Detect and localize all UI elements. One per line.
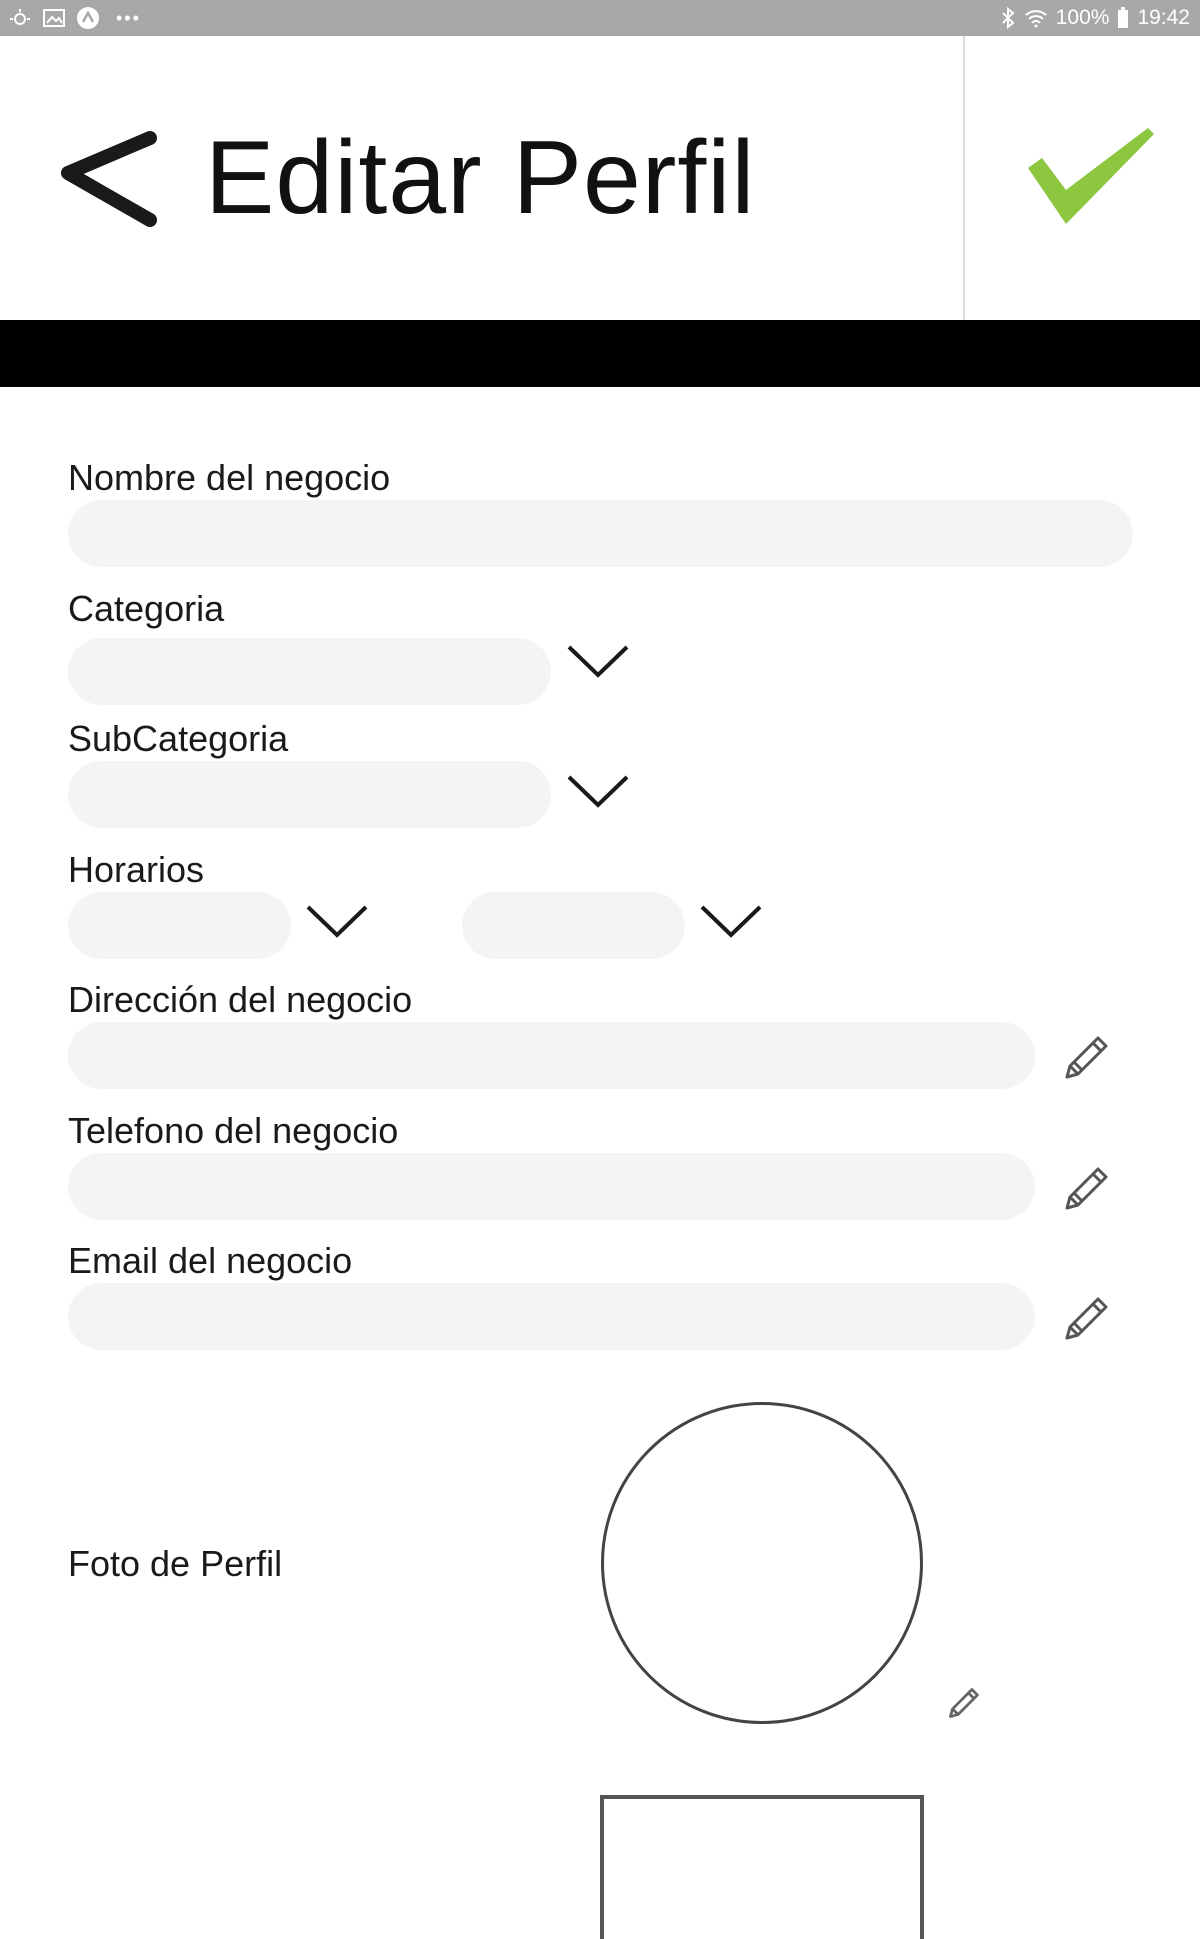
back-button[interactable] [58,128,158,228]
category-chevron-down-icon[interactable] [566,642,630,682]
chevron-left-icon [61,131,157,227]
status-right-icons: 100% 19:42 [1000,6,1190,30]
subcategory-label: SubCategoria [68,718,289,759]
business-name-label: Nombre del negocio [68,457,391,498]
subcategory-select[interactable] [68,761,551,828]
notification-icon [8,8,32,28]
subcategory-chevron-down-icon[interactable] [566,772,630,812]
email-input[interactable] [68,1283,1035,1350]
image-upload-box[interactable] [600,1795,924,1939]
checkmark-icon [1028,128,1154,224]
category-select[interactable] [68,638,551,705]
header-divider [963,36,965,320]
battery-icon [1117,7,1129,29]
category-label: Categoria [68,588,225,629]
hours-open-chevron-down-icon[interactable] [305,902,369,942]
edit-address-pencil-icon[interactable] [1062,1030,1114,1082]
hours-close-select[interactable] [462,892,685,959]
status-time: 19:42 [1137,6,1190,29]
hours-label: Horarios [68,849,205,890]
bluetooth-icon [1000,7,1016,29]
wifi-icon [1024,8,1048,28]
app-icon [76,6,100,30]
page-title: Editar Perfil [205,120,756,236]
phone-label: Telefono del negocio [68,1110,399,1151]
gallery-icon [42,8,66,28]
header-band [0,320,1200,387]
phone-input[interactable] [68,1153,1035,1220]
address-input[interactable] [68,1022,1035,1089]
hours-close-chevron-down-icon[interactable] [699,902,763,942]
photo-label: Foto de Perfil [68,1543,283,1584]
status-more: ••• [116,7,141,28]
status-bar: ••• 100% 19:42 [0,0,1200,36]
address-label: Dirección del negocio [68,979,413,1020]
edit-photo-pencil-icon[interactable] [947,1684,983,1720]
battery-percent: 100% [1055,6,1110,29]
business-name-input[interactable] [68,500,1133,567]
save-button[interactable] [1020,120,1160,230]
edit-phone-pencil-icon[interactable] [1062,1161,1114,1213]
email-label: Email del negocio [68,1240,353,1281]
status-left-icons: ••• [8,6,141,30]
profile-photo-placeholder[interactable] [601,1402,923,1724]
edit-email-pencil-icon[interactable] [1062,1291,1114,1343]
hours-open-select[interactable] [68,892,291,959]
